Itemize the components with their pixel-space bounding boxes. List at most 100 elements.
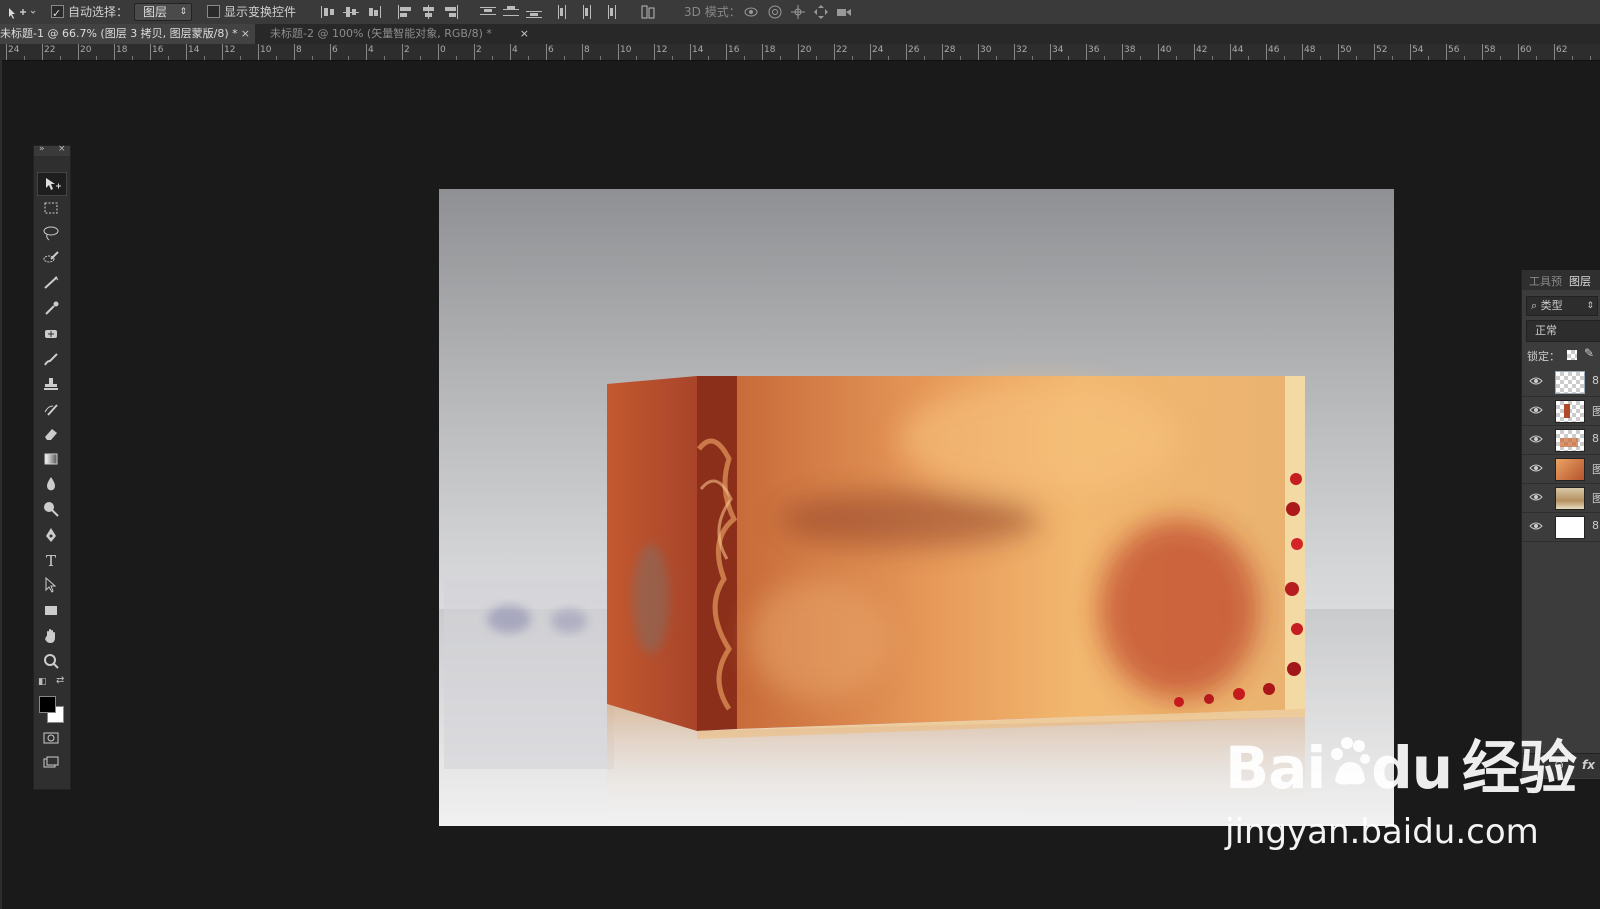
- close-icon[interactable]: ×: [241, 24, 250, 44]
- layer-thumbnail[interactable]: [1555, 371, 1585, 394]
- distribute-top-icon[interactable]: [480, 5, 496, 19]
- slide-3d-icon[interactable]: [813, 5, 829, 19]
- eye-icon[interactable]: [1529, 433, 1543, 445]
- blur-tool[interactable]: [37, 473, 65, 495]
- lock-image-pixels-icon[interactable]: ✎: [1584, 346, 1594, 360]
- layers-panel-tabs: 工具预 图层: [1522, 270, 1600, 290]
- layer-row[interactable]: 图: [1522, 454, 1600, 484]
- quick-selection-tool[interactable]: [37, 247, 65, 269]
- layer-row[interactable]: 8: [1522, 512, 1600, 542]
- close-panel-icon[interactable]: ×: [58, 144, 66, 154]
- healing-brush-tool[interactable]: [37, 323, 65, 345]
- tab-document-1[interactable]: 未标题-1 @ 66.7% (图层 3 拷贝, 图层蒙版/8) * ×: [0, 24, 255, 44]
- layer-thumbnail[interactable]: [1555, 516, 1585, 539]
- layer-thumbnail[interactable]: [1555, 429, 1585, 452]
- distribute-vcenter-icon[interactable]: [503, 5, 519, 19]
- ruler-label: 10: [260, 45, 272, 55]
- ruler-label: 20: [800, 45, 812, 55]
- options-bar: 自动选择： 图层 ⇕ 显示变换控件 3D 模式：: [0, 0, 1600, 26]
- marquee-icon: [44, 202, 58, 214]
- history-brush-tool[interactable]: [37, 398, 65, 420]
- distribute-bottom-icon[interactable]: [526, 5, 542, 19]
- ruler-major-tick: [798, 44, 799, 60]
- rotate-3d-icon[interactable]: [743, 5, 759, 19]
- layer-row[interactable]: 8: [1522, 367, 1600, 397]
- swap-colors-icon[interactable]: ⇄: [56, 675, 64, 686]
- layer-thumbnail[interactable]: [1555, 487, 1585, 510]
- close-icon[interactable]: ×: [520, 24, 529, 44]
- blend-mode-dropdown[interactable]: 正常: [1526, 320, 1600, 342]
- auto-align-layers-icon[interactable]: [640, 5, 656, 19]
- document-canvas[interactable]: [439, 189, 1394, 826]
- quick-mask-icon[interactable]: [37, 727, 65, 749]
- distribute-hcenter-icon[interactable]: [579, 5, 595, 19]
- layer-row[interactable]: 8: [1522, 425, 1600, 455]
- move-tool[interactable]: [37, 172, 67, 196]
- horizontal-ruler[interactable]: 24 22 20 18 16 14 12 10 8 6 4 2 0 2 4 6 8 10 12 14 16 18 20 22 2…: [0, 44, 1600, 61]
- pan-3d-icon[interactable]: [790, 5, 806, 19]
- tab-layers[interactable]: 图层: [1569, 273, 1591, 289]
- type-tool[interactable]: T: [37, 549, 65, 571]
- eye-icon[interactable]: [1529, 404, 1543, 416]
- scale-3d-icon[interactable]: [836, 5, 852, 19]
- pen-tool[interactable]: [37, 524, 65, 546]
- tab-tool-presets[interactable]: 工具预: [1529, 273, 1562, 289]
- gradient-tool[interactable]: [37, 448, 65, 470]
- brush-tool[interactable]: [37, 348, 65, 370]
- tab-document-2[interactable]: 未标题-2 @ 100% (矢量智能对象, RGB/8) * ×: [262, 24, 534, 44]
- align-vcenter-icon[interactable]: [343, 5, 359, 19]
- align-top-icon[interactable]: [320, 5, 336, 19]
- marquee-tool[interactable]: [37, 197, 65, 219]
- rectangle-tool[interactable]: [37, 599, 65, 621]
- roll-3d-icon[interactable]: [767, 5, 783, 19]
- vertical-ruler[interactable]: [0, 60, 2, 909]
- layer-thumbnail[interactable]: [1555, 400, 1585, 423]
- zoom-tool[interactable]: [37, 650, 65, 672]
- show-transform-check-icon[interactable]: [207, 5, 220, 18]
- ruler-major-tick: [294, 44, 295, 60]
- layer-row[interactable]: 图: [1522, 396, 1600, 426]
- hand-tool[interactable]: [37, 625, 65, 647]
- eye-icon[interactable]: [1529, 520, 1543, 532]
- layer-fx-icon[interactable]: fx: [1582, 758, 1595, 772]
- lock-transparent-pixels-icon[interactable]: [1567, 350, 1577, 360]
- crop-tool[interactable]: [37, 272, 65, 294]
- ruler-label: 38: [1124, 45, 1136, 55]
- ruler-major-tick: [114, 44, 115, 60]
- distribute-left-icon[interactable]: [556, 5, 572, 19]
- align-left-icon[interactable]: [397, 5, 413, 19]
- align-hcenter-icon[interactable]: [420, 5, 436, 19]
- screen-mode-icon[interactable]: [37, 752, 65, 774]
- ruler-label: 12: [656, 45, 668, 55]
- layer-thumbnail[interactable]: [1555, 458, 1585, 481]
- auto-select-checkbox[interactable]: 自动选择：: [51, 0, 128, 26]
- foreground-color-swatch[interactable]: [39, 696, 56, 713]
- distribute-right-icon[interactable]: [602, 5, 618, 19]
- move-tool-preset-icon[interactable]: [4, 0, 36, 24]
- align-right-icon[interactable]: [443, 5, 459, 19]
- default-colors-icon[interactable]: ◧: [38, 677, 47, 687]
- path-selection-tool[interactable]: [37, 574, 65, 596]
- lasso-tool[interactable]: [37, 222, 65, 244]
- eye-icon[interactable]: [1529, 462, 1543, 474]
- layer-row[interactable]: 图: [1522, 483, 1600, 513]
- ruler-major-tick: [1122, 44, 1123, 60]
- eye-icon[interactable]: [1529, 491, 1543, 503]
- tab-document-1-label: 未标题-1 @ 66.7% (图层 3 拷贝, 图层蒙版/8) *: [0, 27, 238, 40]
- dodge-tool[interactable]: [37, 498, 65, 520]
- layer-filter-dropdown[interactable]: ⌕ 类型 ⇕: [1526, 296, 1598, 316]
- show-transform-controls-checkbox[interactable]: 显示变换控件: [207, 0, 296, 24]
- eraser-tool[interactable]: [37, 423, 65, 445]
- ruler-major-tick: [546, 44, 547, 60]
- ruler-major-tick: [690, 44, 691, 60]
- eye-icon[interactable]: [1529, 375, 1543, 387]
- auto-select-target-dropdown[interactable]: 图层 ⇕: [134, 3, 192, 21]
- align-bottom-icon[interactable]: [366, 5, 382, 19]
- collapse-panel-icon[interactable]: »: [39, 144, 45, 154]
- toolbox-header[interactable]: » ×: [34, 144, 70, 156]
- ruler-major-tick: [762, 44, 763, 60]
- clone-stamp-tool[interactable]: [37, 373, 65, 395]
- ruler-label: 22: [836, 45, 848, 55]
- eyedropper-tool[interactable]: [37, 297, 65, 319]
- auto-select-check-icon[interactable]: [51, 2, 64, 26]
